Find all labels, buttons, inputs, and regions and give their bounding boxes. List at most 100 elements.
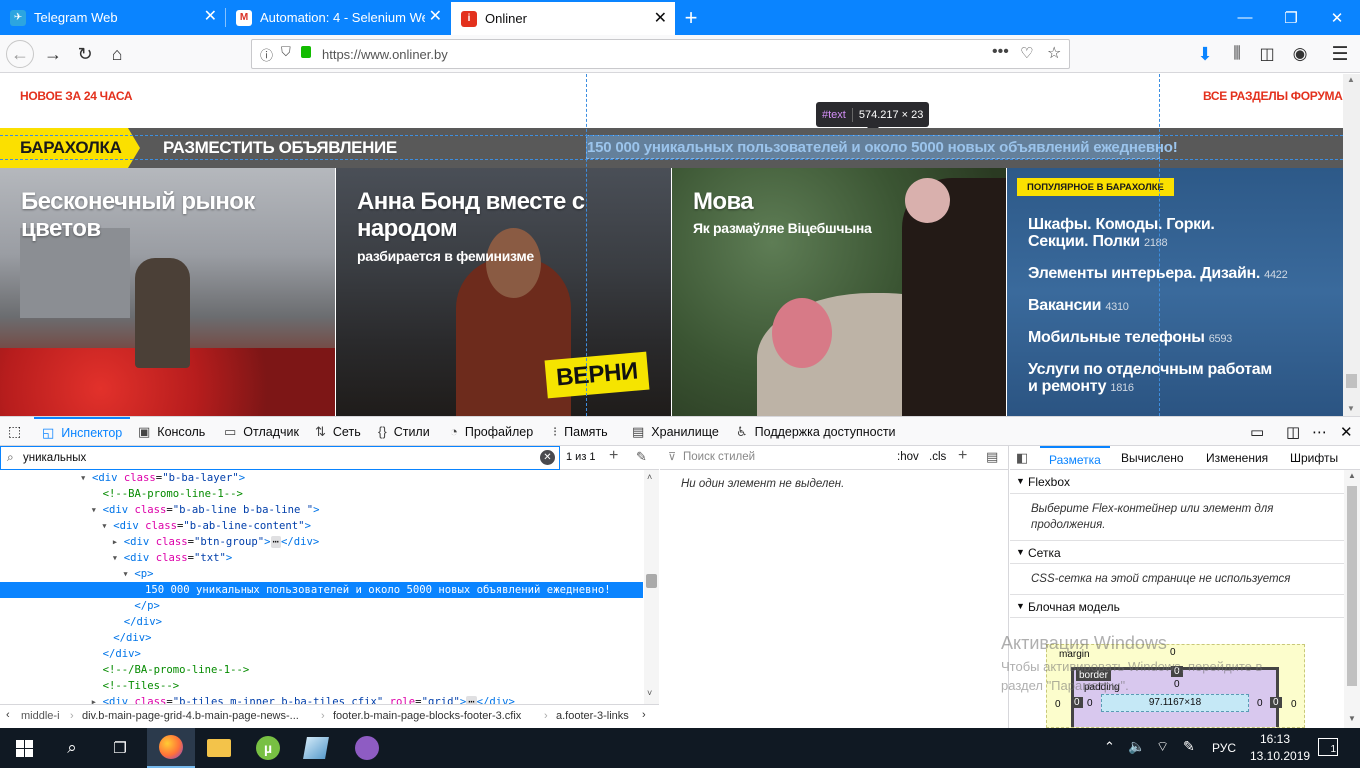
box-model-section-header[interactable]: ▼ Блочная модель — [1010, 594, 1344, 618]
breadcrumb-item[interactable]: middle-i — [21, 710, 60, 722]
hov-button[interactable]: :hov — [897, 451, 919, 463]
breadcrumb-item[interactable]: a.footer-3-links — [556, 710, 629, 722]
bookmark-star-icon[interactable]: ☆ — [1047, 43, 1061, 63]
home-icon[interactable]: ⌂ — [103, 40, 131, 68]
notification-center-icon[interactable]: 1 — [1318, 738, 1338, 756]
tab-memory[interactable]: ⁝ Память — [553, 417, 608, 446]
close-window-button[interactable]: ✕ — [1314, 0, 1360, 35]
flexbox-section-header[interactable]: ▼ Flexbox — [1010, 470, 1344, 494]
info-icon[interactable]: ⓘ — [260, 45, 273, 64]
news-tile-flowers[interactable]: Бесконечный рынок цветов — [0, 168, 335, 416]
new-24h-link[interactable]: НОВОЕ ЗА 24 ЧАСА — [20, 89, 133, 103]
toggle-icon[interactable]: ▾ — [80, 470, 86, 486]
app-taskbar-icon[interactable] — [292, 728, 340, 768]
explorer-taskbar-icon[interactable] — [195, 728, 243, 768]
toggle-icon[interactable]: ▸ — [91, 694, 97, 704]
volume-icon[interactable]: 🔈 — [1128, 738, 1145, 755]
cat-app-taskbar-icon[interactable] — [343, 728, 391, 768]
markup-line[interactable]: ▾ <div class="b-ba-layer"> — [0, 470, 644, 486]
clock-date[interactable]: 13.10.2019 — [1250, 749, 1310, 763]
clock-time[interactable]: 16:13 — [1260, 732, 1290, 746]
scroll-down-icon[interactable]: ▼ — [1348, 714, 1356, 723]
breadcrumb-left-icon[interactable]: ‹ — [6, 709, 10, 721]
post-ad-button[interactable]: РАЗМЕСТИТЬ ОБЪЯВЛЕНИЕ — [142, 128, 399, 168]
add-node-icon[interactable]: + — [609, 447, 618, 465]
markup-line[interactable]: ▸ <div class="b-tiles m-inner b-ba-tiles … — [0, 694, 644, 704]
split-console-icon[interactable]: ▭ — [1250, 417, 1264, 446]
scroll-down-icon[interactable]: ▼ — [1347, 404, 1355, 413]
eyedropper-icon[interactable]: ✎ — [636, 449, 647, 465]
downloads-icon[interactable]: ⬇ — [1191, 40, 1219, 68]
tab-computed[interactable]: Вычислено — [1121, 451, 1184, 465]
tab-storage[interactable]: ▤ Хранилище — [632, 417, 719, 446]
layout-scrollbar-thumb[interactable] — [1347, 486, 1357, 686]
breadcrumb-right-icon[interactable]: › — [642, 709, 646, 721]
sidebar-icon[interactable]: ◫ — [1253, 40, 1281, 68]
tracking-shield-icon[interactable]: ⛉ — [281, 44, 291, 60]
responsive-design-icon[interactable]: ◫ — [1286, 417, 1300, 446]
news-tile-anna-bond[interactable]: Анна Бонд вместе с народом разбирается в… — [336, 168, 671, 416]
all-forum-sections-link[interactable]: ВСЕ РАЗДЕЛЫ ФОРУМА — [1203, 89, 1343, 103]
toggle-icon[interactable]: ▾ — [91, 502, 97, 518]
tab-fonts[interactable]: Шрифты — [1290, 451, 1338, 465]
markup-line[interactable]: ▾ <p> — [0, 566, 644, 582]
tab-changes[interactable]: Изменения — [1206, 451, 1268, 465]
markup-line[interactable]: ▾ <div class="txt"> — [0, 550, 644, 566]
markup-line[interactable]: </div> — [0, 646, 644, 662]
scroll-up-icon[interactable]: ▲ — [1348, 471, 1356, 480]
tab-onliner[interactable]: i Onliner ✕ — [451, 0, 675, 35]
network-status-icon[interactable]: ⌔ — [1156, 738, 1169, 756]
close-tab-icon[interactable]: ✕ — [429, 9, 442, 25]
close-devtools-icon[interactable]: ✕ — [1340, 417, 1353, 446]
markup-line[interactable]: </div> — [0, 630, 644, 646]
scroll-up-icon[interactable]: ▲ — [1347, 75, 1355, 84]
tab-profiler[interactable]: ◔ Профайлер — [450, 417, 533, 446]
popular-category[interactable]: Мобильные телефоны 6593 — [1028, 329, 1278, 348]
cls-button[interactable]: .cls — [929, 451, 946, 463]
tab-layout[interactable]: Разметка — [1040, 446, 1110, 470]
toggle-icon[interactable]: ▾ — [101, 518, 107, 534]
utorrent-taskbar-icon[interactable]: µ — [244, 728, 292, 768]
show-hidden-icons[interactable]: ⌃ — [1104, 739, 1115, 755]
markup-line[interactable]: </p> — [0, 598, 644, 614]
tab-debugger[interactable]: ▭ Отладчик — [224, 417, 299, 446]
reload-icon[interactable]: ↻ — [71, 40, 99, 68]
scroll-up-icon[interactable]: ˄ — [647, 472, 652, 482]
menu-icon[interactable]: ☰ — [1326, 40, 1354, 68]
tab-console[interactable]: ▣ Консоль — [138, 417, 205, 446]
tab-accessibility[interactable]: ♿ Поддержка доступности — [736, 417, 896, 446]
markup-scrollbar-thumb[interactable] — [646, 574, 657, 588]
popular-category[interactable]: Услуги по отделочным работам и ремонту 1… — [1028, 361, 1278, 397]
url-bar[interactable]: ⓘ ⛉ https://www.onliner.by ••• ♡ ☆ — [251, 39, 1070, 69]
tab-network[interactable]: ⇅ Сеть — [315, 417, 361, 446]
toggle-icon[interactable]: ▾ — [122, 566, 128, 582]
search-icon[interactable]: ⌕ — [48, 728, 96, 768]
back-icon[interactable]: ← — [6, 40, 34, 68]
box-model-content[interactable]: 97.1167×18 — [1101, 694, 1249, 712]
language-indicator[interactable]: РУС — [1212, 741, 1236, 755]
toggle-icon[interactable]: ▸ — [112, 534, 118, 550]
markup-line[interactable]: ▾ <div class="b-ab-line-content"> — [0, 518, 644, 534]
more-options-icon[interactable]: ⋯ — [1312, 417, 1327, 446]
markup-line[interactable]: 150 000 уникальных пользователей и около… — [0, 582, 643, 598]
page-scrollbar-thumb[interactable] — [1346, 374, 1357, 388]
add-rule-icon[interactable]: + — [958, 447, 967, 465]
styles-filter-input[interactable]: Поиск стилей — [683, 451, 755, 463]
task-view-icon[interactable]: ❐ — [96, 728, 144, 768]
markup-scrollbar[interactable]: ˄ ˅ — [644, 470, 659, 704]
close-tab-icon[interactable]: ✕ — [654, 11, 667, 27]
news-tile-mova[interactable]: Мова Як размаўляе Віцебшчына — [672, 168, 1006, 416]
forward-icon[interactable]: → — [39, 40, 67, 68]
pocket-icon[interactable]: ♡ — [1020, 44, 1033, 62]
markup-line[interactable]: <!--BA-promo-line-1--> — [0, 486, 644, 502]
markup-line[interactable]: </div> — [0, 614, 644, 630]
page-actions-icon[interactable]: ••• — [992, 43, 1009, 61]
tab-automation[interactable]: M Automation: 4 - Selenium Web ✕ — [226, 0, 450, 35]
tab-telegram[interactable]: ✈ Telegram Web ✕ — [0, 0, 225, 35]
clear-search-icon[interactable]: ✕ — [540, 450, 555, 465]
account-icon[interactable]: ◉ — [1286, 40, 1314, 68]
pen-icon[interactable]: ✎ — [1183, 738, 1195, 755]
breadcrumb-item[interactable]: div.b-main-page-grid-4.b-main-page-news-… — [82, 710, 299, 722]
scroll-down-icon[interactable]: ˅ — [647, 688, 652, 698]
html-search-input[interactable]: ⌕ уникальных ✕ — [0, 446, 560, 470]
